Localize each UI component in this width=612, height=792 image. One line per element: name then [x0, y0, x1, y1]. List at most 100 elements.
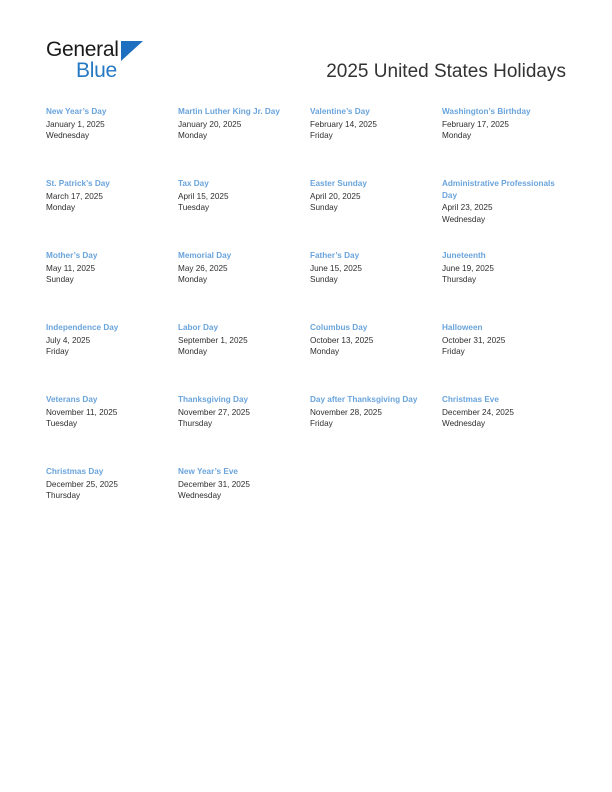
holiday-name-link[interactable]: Martin Luther King Jr. Day	[178, 106, 300, 118]
holiday-weekday: Friday	[310, 419, 333, 428]
holiday-name-link[interactable]: Juneteenth	[442, 250, 564, 262]
holiday-calendar-page: General Blue 2025 United States Holidays…	[0, 0, 612, 792]
holiday-cell: Columbus Day October 13, 2025 Monday	[310, 322, 442, 358]
holiday-date: February 14, 2025	[310, 119, 377, 129]
holiday-date: June 19, 2025	[442, 263, 494, 273]
holiday-cell: Administrative Professionals Day April 23…	[442, 178, 574, 225]
page-title: 2025 United States Holidays	[326, 60, 566, 82]
holiday-name-link[interactable]: New Year’s Eve	[178, 466, 300, 478]
holiday-cell: Halloween October 31, 2025 Friday	[442, 322, 574, 358]
holiday-cell: Christmas Day December 25, 2025 Thursday	[46, 466, 178, 502]
holiday-weekday: Sunday	[310, 203, 338, 212]
holiday-cell: Easter Sunday April 20, 2025 Sunday	[310, 178, 442, 214]
holiday-name-link[interactable]: New Year’s Day	[46, 106, 168, 118]
holiday-cell: Washington’s Birthday February 17, 2025 Mo…	[442, 106, 574, 142]
holiday-name-link[interactable]: Washington’s Birthday	[442, 106, 564, 118]
holiday-weekday: Monday	[178, 131, 208, 140]
holiday-weekday: Monday	[178, 347, 208, 356]
holiday-weekday: Wednesday	[46, 131, 90, 140]
holiday-name-link[interactable]: Thanksgiving Day	[178, 394, 300, 406]
holiday-cell: Memorial Day May 26, 2025 Monday	[178, 250, 310, 286]
holiday-row: Veterans Day November 11, 2025 Tuesday Than…	[46, 394, 576, 466]
page-header: General Blue 2025 United States Holidays	[0, 0, 612, 100]
holiday-date: May 11, 2025	[46, 263, 96, 273]
holiday-cell: St. Patrick’s Day March 17, 2025 Monday	[46, 178, 178, 214]
holiday-row: St. Patrick’s Day March 17, 2025 Monday Tax…	[46, 178, 576, 250]
holiday-weekday: Thursday	[442, 275, 477, 284]
holiday-weekday: Tuesday	[178, 203, 210, 212]
holiday-name-link[interactable]: Memorial Day	[178, 250, 300, 262]
holiday-weekday: Wednesday	[442, 214, 486, 224]
holiday-weekday: Monday	[310, 347, 340, 356]
holiday-weekday: Monday	[442, 131, 472, 140]
holiday-name-link[interactable]: Labor Day	[178, 322, 300, 334]
holiday-date: November 11, 2025	[46, 407, 118, 417]
holiday-date: April 15, 2025	[178, 191, 229, 201]
holiday-date: December 24, 2025	[442, 407, 514, 417]
holiday-name-link[interactable]: St. Patrick’s Day	[46, 178, 168, 190]
holiday-name-link[interactable]: Christmas Day	[46, 466, 168, 478]
holiday-date: June 15, 2025	[310, 263, 362, 273]
holiday-name-link[interactable]: Valentine’s Day	[310, 106, 432, 118]
holiday-cell: Christmas Eve December 24, 2025 Wednesday	[442, 394, 574, 430]
holiday-date: July 4, 2025	[46, 335, 91, 345]
holiday-cell: Labor Day September 1, 2025 Monday	[178, 322, 310, 358]
holiday-weekday: Thursday	[178, 419, 213, 428]
holiday-weekday: Friday	[310, 131, 333, 140]
holiday-date: April 20, 2025	[310, 191, 361, 201]
general-blue-logo[interactable]: General Blue	[46, 38, 166, 84]
holiday-weekday: Wednesday	[442, 419, 486, 428]
holiday-name-link[interactable]: Christmas Eve	[442, 394, 564, 406]
holiday-date: December 31, 2025	[178, 479, 250, 489]
logo-word-blue: Blue	[76, 59, 117, 82]
holiday-cell: Thanksgiving Day November 27, 2025 Thursda…	[178, 394, 310, 430]
holiday-cell: Father’s Day June 15, 2025 Sunday	[310, 250, 442, 286]
holiday-name-link[interactable]: Easter Sunday	[310, 178, 432, 190]
holiday-name-link[interactable]: Veterans Day	[46, 394, 168, 406]
holiday-row: Independence Day July 4, 2025 Friday Labor …	[46, 322, 576, 394]
holiday-row: New Year’s Day January 1, 2025 Wednesday Ma…	[46, 106, 576, 178]
holiday-cell: Valentine’s Day February 14, 2025 Friday	[310, 106, 442, 142]
holiday-name-link[interactable]: Day after Thanksgiving Day	[310, 394, 432, 406]
holiday-date: November 27, 2025	[178, 407, 250, 417]
holiday-name-link[interactable]: Mother’s Day	[46, 250, 168, 262]
holiday-weekday: Friday	[46, 347, 69, 356]
logo-triangle-icon	[121, 41, 143, 61]
holiday-name-link[interactable]: Halloween	[442, 322, 564, 334]
holiday-cell: Tax Day April 15, 2025 Tuesday	[178, 178, 310, 214]
holiday-cell: Veterans Day November 11, 2025 Tuesday	[46, 394, 178, 430]
holiday-date: May 26, 2025	[178, 263, 228, 273]
holiday-cell: Independence Day July 4, 2025 Friday	[46, 322, 178, 358]
holiday-date: April 23, 2025	[442, 203, 493, 212]
holiday-weekday: Wednesday	[178, 491, 222, 500]
holiday-weekday: Tuesday	[46, 419, 78, 428]
holiday-cell: Juneteenth June 19, 2025 Thursday	[442, 250, 574, 286]
holiday-date: November 28, 2025	[310, 407, 382, 417]
holiday-cell: Day after Thanksgiving Day November 28, 2…	[310, 394, 442, 430]
holiday-name-link[interactable]: Father’s Day	[310, 250, 432, 262]
holiday-date: February 17, 2025	[442, 119, 509, 129]
holiday-date: October 31, 2025	[442, 335, 506, 345]
holiday-cell: Mother’s Day May 11, 2025 Sunday	[46, 250, 178, 286]
holiday-cell: New Year’s Day January 1, 2025 Wednesday	[46, 106, 178, 142]
holiday-name-link[interactable]: Independence Day	[46, 322, 168, 334]
holiday-weekday: Friday	[442, 347, 465, 356]
holiday-grid: New Year’s Day January 1, 2025 Wednesday Ma…	[46, 106, 576, 538]
holiday-name-link[interactable]: Administrative Professionals Day	[442, 178, 564, 201]
holiday-date: March 17, 2025	[46, 191, 103, 201]
holiday-row: Christmas Day December 25, 2025 Thursday Ne…	[46, 466, 576, 538]
holiday-weekday: Monday	[46, 203, 76, 212]
holiday-weekday: Monday	[178, 275, 208, 284]
holiday-date: December 25, 2025	[46, 479, 118, 489]
holiday-weekday: Thursday	[46, 491, 81, 500]
holiday-row: Mother’s Day May 11, 2025 Sunday Memorial D…	[46, 250, 576, 322]
holiday-date: January 1, 2025	[46, 119, 105, 129]
holiday-weekday: Sunday	[310, 275, 338, 284]
holiday-name-link[interactable]: Tax Day	[178, 178, 300, 190]
holiday-name-link[interactable]: Columbus Day	[310, 322, 432, 334]
holiday-weekday: Sunday	[46, 275, 74, 284]
holiday-date: September 1, 2025	[178, 335, 248, 345]
holiday-date: October 13, 2025	[310, 335, 374, 345]
holiday-cell: New Year’s Eve December 31, 2025 Wednesday	[178, 466, 310, 502]
holiday-date: January 20, 2025	[178, 119, 242, 129]
